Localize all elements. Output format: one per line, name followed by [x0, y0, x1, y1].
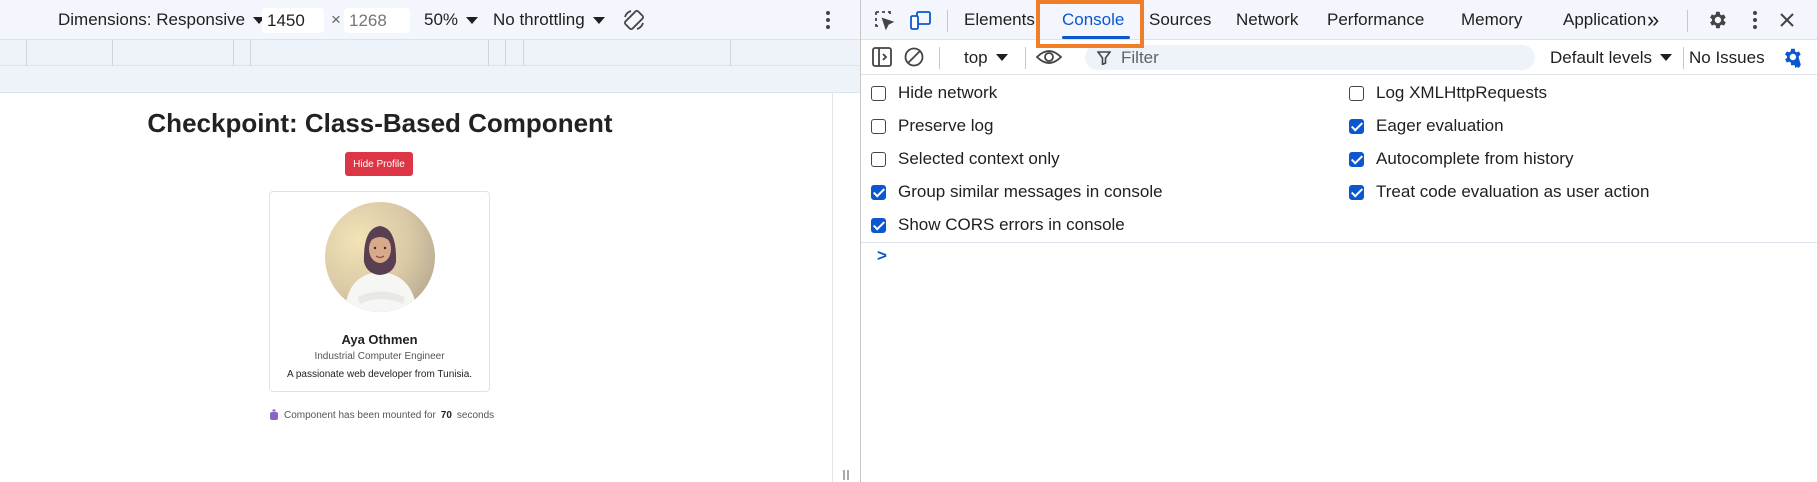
console-toolbar: top Filter Default levels No Issues	[861, 40, 1817, 75]
dimensions-dropdown[interactable]: Dimensions: Responsive	[58, 0, 266, 40]
log-levels-dropdown[interactable]: Default levels	[1550, 40, 1673, 75]
chevron-down-icon	[995, 54, 1008, 61]
throttling-label: No throttling	[493, 10, 585, 29]
dimensions-label: Dimensions: Responsive	[58, 10, 246, 29]
checkbox[interactable]	[871, 217, 886, 233]
zoom-dropdown[interactable]: 50%	[424, 0, 479, 40]
profile-role: Industrial Computer Engineer	[314, 351, 445, 362]
hide-profile-button[interactable]: Hide Profile	[345, 152, 413, 176]
devtools-panel: Elements Console Sources Network Perform…	[860, 0, 1817, 482]
checkbox[interactable]	[871, 118, 886, 134]
mounted-prefix: Component has been mounted for	[284, 409, 436, 421]
timer-icon	[270, 409, 278, 420]
clear-console-icon[interactable]	[902, 45, 926, 69]
screen: Dimensions: Responsive × 50% No throttli…	[0, 0, 1817, 482]
mounted-suffix: seconds	[456, 409, 495, 421]
context-label: top	[964, 47, 988, 67]
context-dropdown[interactable]: top	[964, 40, 1008, 75]
profile-name: Aya Othmen	[341, 332, 418, 347]
tab-performance[interactable]: Performance	[1327, 0, 1424, 40]
live-expression-eye-icon[interactable]	[1035, 45, 1063, 69]
setting-autocomplete-history[interactable]: Autocomplete from history	[1349, 148, 1573, 170]
checkbox[interactable]	[871, 85, 886, 101]
tab-application[interactable]: Application	[1563, 0, 1646, 40]
profile-card: Aya Othmen Industrial Computer Engineer …	[269, 191, 490, 392]
setting-label: Treat code evaluation as user action	[1376, 182, 1650, 201]
checkbox[interactable]	[1349, 184, 1364, 200]
chevron-down-icon	[1660, 54, 1673, 61]
tab-network[interactable]: Network	[1236, 0, 1298, 40]
console-prompt[interactable]: >	[877, 246, 887, 266]
chevron-down-icon	[592, 16, 605, 24]
tab-memory[interactable]: Memory	[1461, 0, 1522, 40]
console-settings: Hide network Preserve log Selected conte…	[861, 75, 1817, 243]
devtools-tabbar: Elements Console Sources Network Perform…	[861, 0, 1817, 40]
console-tab-highlight	[1036, 0, 1144, 48]
filter-input[interactable]: Filter	[1085, 45, 1535, 70]
checkbox[interactable]	[871, 151, 886, 167]
width-input[interactable]	[262, 8, 324, 33]
grip-icon[interactable]	[843, 470, 849, 480]
media-query-ruler	[0, 40, 860, 66]
mounted-seconds: 70	[440, 409, 452, 421]
more-options-icon[interactable]	[1743, 8, 1767, 32]
setting-label: Preserve log	[898, 116, 994, 135]
setting-label: Show CORS errors in console	[898, 215, 1125, 234]
setting-treat-code-evaluation[interactable]: Treat code evaluation as user action	[1349, 181, 1649, 203]
pixel-ruler	[0, 66, 860, 93]
checkbox[interactable]	[1349, 151, 1364, 167]
checkbox[interactable]	[871, 184, 886, 200]
setting-hide-network[interactable]: Hide network	[871, 82, 997, 104]
setting-preserve-log[interactable]: Preserve log	[871, 115, 993, 137]
page-title: Checkpoint: Class-Based Component	[147, 108, 613, 138]
filter-placeholder: Filter	[1121, 47, 1159, 67]
setting-label: Log XMLHttpRequests	[1376, 83, 1548, 102]
zoom-label: 50%	[424, 10, 459, 29]
setting-label: Group similar messages in console	[898, 182, 1163, 201]
setting-eager-evaluation[interactable]: Eager evaluation	[1349, 115, 1504, 137]
sidebar-toggle-icon[interactable]	[870, 45, 894, 69]
device-toolbar: Dimensions: Responsive × 50% No throttli…	[0, 0, 860, 40]
setting-selected-context-only[interactable]: Selected context only	[871, 148, 1060, 170]
resize-handle[interactable]	[832, 93, 860, 482]
issues-counter[interactable]: No Issues	[1689, 40, 1765, 75]
checkbox[interactable]	[1349, 85, 1364, 101]
setting-label: Hide network	[898, 83, 998, 102]
height-input[interactable]	[344, 8, 410, 33]
chevron-down-icon	[466, 16, 479, 24]
tab-sources[interactable]: Sources	[1149, 0, 1211, 40]
setting-show-cors-errors[interactable]: Show CORS errors in console	[871, 214, 1125, 236]
throttling-dropdown[interactable]: No throttling	[493, 0, 605, 40]
setting-group-similar[interactable]: Group similar messages in console	[871, 181, 1163, 203]
setting-label: Selected context only	[898, 149, 1060, 168]
times-sign: ×	[331, 10, 341, 29]
setting-log-xmlhttprequests[interactable]: Log XMLHttpRequests	[1349, 82, 1547, 104]
device-emulation-pane: Dimensions: Responsive × 50% No throttli…	[0, 0, 860, 482]
avatar	[325, 202, 435, 312]
inspect-element-icon[interactable]	[872, 8, 896, 32]
setting-label: Eager evaluation	[1376, 116, 1504, 135]
filter-icon	[1097, 50, 1111, 65]
close-icon[interactable]	[1775, 8, 1799, 32]
console-settings-icon[interactable]	[1780, 45, 1804, 69]
rotate-icon[interactable]	[622, 8, 646, 32]
more-tabs-icon[interactable]: »	[1647, 0, 1659, 40]
device-toolbar-icon[interactable]	[909, 8, 933, 32]
tab-elements[interactable]: Elements	[964, 0, 1035, 40]
checkbox[interactable]	[1349, 118, 1364, 134]
log-levels-label: Default levels	[1550, 47, 1653, 67]
setting-label: Autocomplete from history	[1376, 149, 1574, 168]
profile-bio: A passionate web developer from Tunisia.	[286, 369, 473, 380]
mounted-status: Component has been mounted for 70 second…	[269, 409, 494, 421]
more-options-icon[interactable]	[816, 8, 840, 32]
settings-gear-icon[interactable]	[1705, 8, 1729, 32]
